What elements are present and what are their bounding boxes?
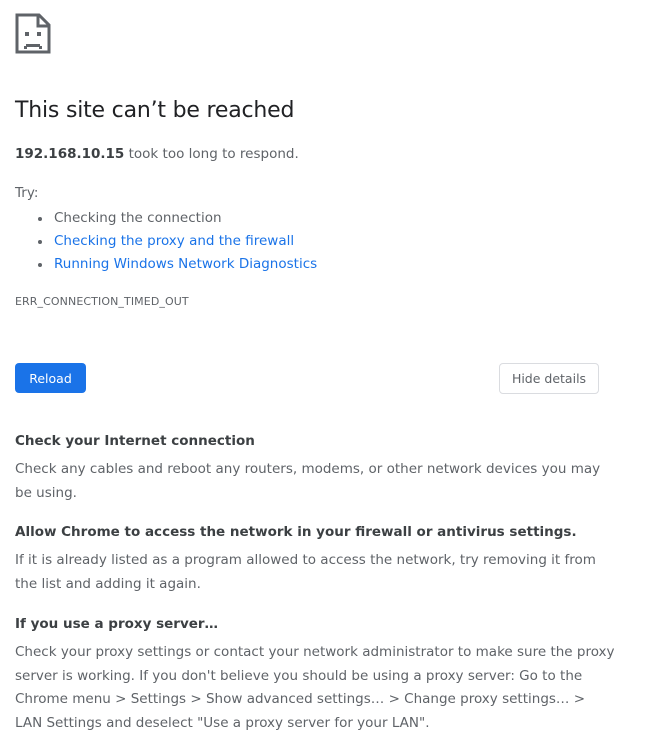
page-title: This site can’t be reached (15, 98, 295, 123)
suggestion-label: Checking the connection (54, 210, 222, 226)
details-panel: Check your Internet connection Check any… (15, 431, 615, 735)
hide-details-button[interactable]: Hide details (499, 363, 599, 394)
suggestion-network-diagnostics[interactable]: Running Windows Network Diagnostics (37, 253, 317, 276)
suggestions-list: Checking the connection Checking the pro… (15, 207, 317, 276)
network-diagnostics-link[interactable]: Running Windows Network Diagnostics (54, 256, 317, 272)
host-address: 192.168.10.15 (15, 146, 125, 162)
detail-heading: If you use a proxy server… (15, 616, 219, 632)
summary-suffix: took too long to respond. (124, 146, 299, 162)
error-code: ERR_CONNECTION_TIMED_OUT (15, 295, 189, 308)
detail-firewall-antivirus: Allow Chrome to access the network in yo… (15, 522, 615, 614)
suggestion-check-proxy-firewall[interactable]: Checking the proxy and the firewall (37, 230, 317, 253)
detail-proxy-server: If you use a proxy server… Check your pr… (15, 614, 615, 735)
detail-internet-connection: Check your Internet connection Check any… (15, 431, 615, 522)
detail-heading: Allow Chrome to access the network in yo… (15, 524, 577, 540)
sad-page-icon (15, 13, 51, 54)
detail-text: Check your proxy settings or contact you… (15, 644, 615, 731)
suggestion-check-connection: Checking the connection (37, 207, 317, 230)
error-summary: 192.168.10.15 took too long to respond. (15, 146, 299, 162)
try-label: Try: (15, 185, 39, 201)
detail-heading: Check your Internet connection (15, 433, 255, 449)
proxy-firewall-link[interactable]: Checking the proxy and the firewall (54, 233, 294, 249)
detail-text: If it is already listed as a program all… (15, 552, 596, 592)
reload-button[interactable]: Reload (15, 363, 86, 393)
detail-text: Check any cables and reboot any routers,… (15, 461, 601, 501)
